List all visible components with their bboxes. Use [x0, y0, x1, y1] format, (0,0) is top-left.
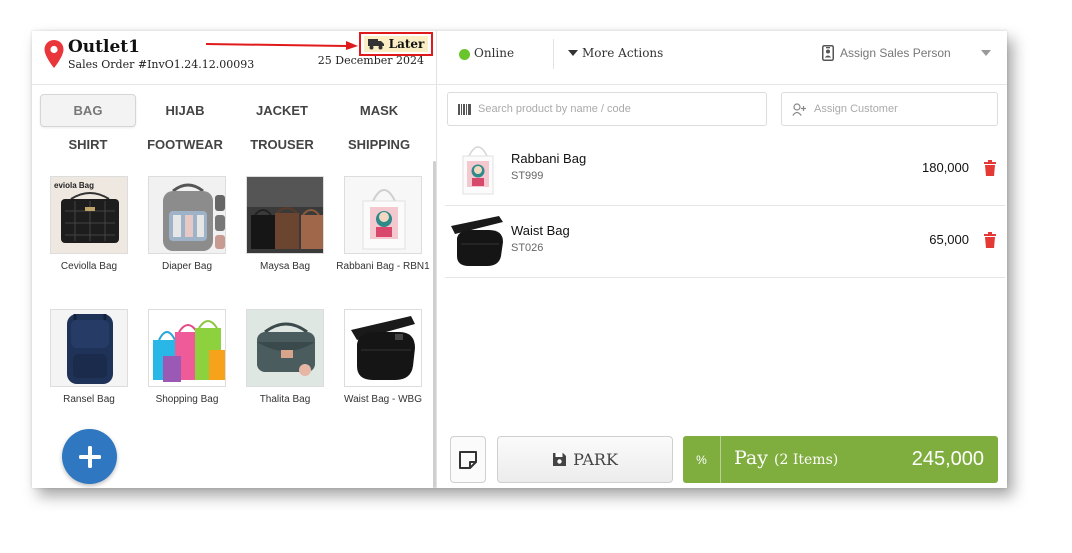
product-card-rabbani[interactable]: Rabbani Bag - RBN1 [335, 176, 431, 274]
pay-text: Pay [734, 447, 768, 469]
caret-down-icon [568, 50, 578, 56]
product-search-input[interactable] [478, 103, 718, 115]
product-thumb [246, 176, 324, 254]
thumb-label: eviola Bag [54, 181, 94, 190]
product-card-diaper[interactable]: Diaper Bag [139, 176, 235, 274]
tab-jacket[interactable]: JACKET [234, 94, 330, 127]
product-thumb [246, 309, 324, 387]
tab-trouser[interactable]: TROUSER [234, 128, 330, 161]
cart-panel: Online More Actions Assign Sales Person [437, 31, 1007, 488]
product-thumb [148, 176, 226, 254]
product-panel: Outlet1 Sales Order #InvO1.24.12.00093 2… [32, 31, 437, 488]
product-thumb [50, 309, 128, 387]
later-label: Later [388, 37, 425, 51]
cart-item-thumb [449, 212, 507, 270]
sticky-note-icon [459, 450, 477, 469]
product-thumb [344, 309, 422, 387]
product-card-ceviolla[interactable]: eviola Bag Ceviolla Bag [41, 176, 137, 274]
product-name: Thalita Bag [259, 394, 311, 405]
status-label: Online [474, 46, 515, 60]
product-name: Diaper Bag [161, 261, 213, 272]
cart-item[interactable]: Waist Bag ST026 65,000 [445, 206, 1005, 278]
tab-shipping[interactable]: SHIPPING [331, 128, 427, 161]
chevron-down-icon[interactable] [981, 50, 991, 56]
cart-item[interactable]: Rabbani Bag ST999 180,000 [445, 134, 1005, 206]
product-card-shopping[interactable]: Shopping Bag [139, 309, 235, 407]
tab-mask[interactable]: MASK [331, 94, 427, 127]
floppy-disk-icon [553, 453, 567, 466]
park-label: PARK [573, 450, 618, 469]
more-actions-label: More Actions [582, 46, 664, 60]
assign-sales-label: Assign Sales Person [840, 46, 951, 60]
product-scrollbar[interactable] [433, 161, 436, 488]
cart-item-price: 65,000 [929, 232, 969, 247]
cart-item-thumb [449, 140, 507, 198]
more-actions-button[interactable]: More Actions [568, 46, 663, 60]
id-badge-icon [822, 45, 834, 61]
product-card-thalita[interactable]: Thalita Bag [237, 309, 333, 407]
product-search-field[interactable] [447, 92, 767, 126]
divider [553, 39, 554, 69]
product-name: Rabbani Bag - RBN1 [336, 261, 430, 272]
cart-item-price: 180,000 [922, 160, 969, 175]
outlet-name: Outlet1 [68, 37, 140, 57]
product-name: Ceviolla Bag [60, 261, 118, 272]
product-name: Shopping Bag [155, 394, 219, 405]
truck-icon [367, 38, 384, 49]
assign-sales-person-select[interactable]: Assign Sales Person [822, 45, 951, 61]
park-button[interactable]: PARK [497, 436, 673, 483]
product-thumb: eviola Bag [50, 176, 128, 254]
trash-icon[interactable] [983, 232, 997, 248]
discount-button[interactable]: % [683, 436, 721, 483]
tab-footwear[interactable]: FOOTWEAR [137, 128, 233, 161]
barcode-icon [458, 103, 471, 115]
tab-shirt[interactable]: SHIRT [40, 128, 136, 161]
product-thumb [344, 176, 422, 254]
divider [437, 84, 1007, 85]
note-button[interactable] [450, 436, 486, 483]
plus-icon [78, 445, 101, 468]
divider [32, 84, 437, 85]
pay-total: 245,000 [911, 448, 984, 470]
add-product-button[interactable] [62, 429, 117, 484]
add-user-icon [792, 102, 806, 116]
tab-hijab[interactable]: HIJAB [137, 94, 233, 127]
product-card-ransel[interactable]: Ransel Bag [41, 309, 137, 407]
order-number: Sales Order #InvO1.24.12.00093 [68, 58, 255, 71]
product-name: Waist Bag - WBG [344, 394, 422, 405]
cart-item-code: ST999 [511, 170, 544, 182]
cart-item-code: ST026 [511, 242, 544, 254]
trash-icon[interactable] [983, 160, 997, 176]
online-status-icon [459, 49, 470, 60]
pos-window: Outlet1 Sales Order #InvO1.24.12.00093 2… [32, 31, 1007, 488]
product-card-maysa[interactable]: Maysa Bag [237, 176, 333, 274]
product-card-waist[interactable]: Waist Bag - WBG [335, 309, 431, 407]
later-button[interactable]: Later [359, 32, 433, 56]
cart-item-name: Waist Bag [511, 223, 570, 238]
tab-bag[interactable]: BAG [40, 94, 136, 127]
product-thumb [148, 309, 226, 387]
pay-label: Pay (2 Items) [734, 447, 838, 469]
cart-item-name: Rabbani Bag [511, 151, 587, 166]
pay-item-count: (2 Items) [774, 452, 839, 468]
pay-button[interactable]: % Pay (2 Items) 245,000 [683, 436, 998, 483]
assign-customer-field[interactable]: Assign Customer [781, 92, 998, 126]
product-name: Maysa Bag [259, 261, 311, 272]
location-pin-icon [44, 40, 64, 68]
annotation-arrow-icon [206, 41, 358, 50]
product-name: Ransel Bag [63, 394, 115, 405]
assign-customer-label: Assign Customer [814, 103, 898, 115]
